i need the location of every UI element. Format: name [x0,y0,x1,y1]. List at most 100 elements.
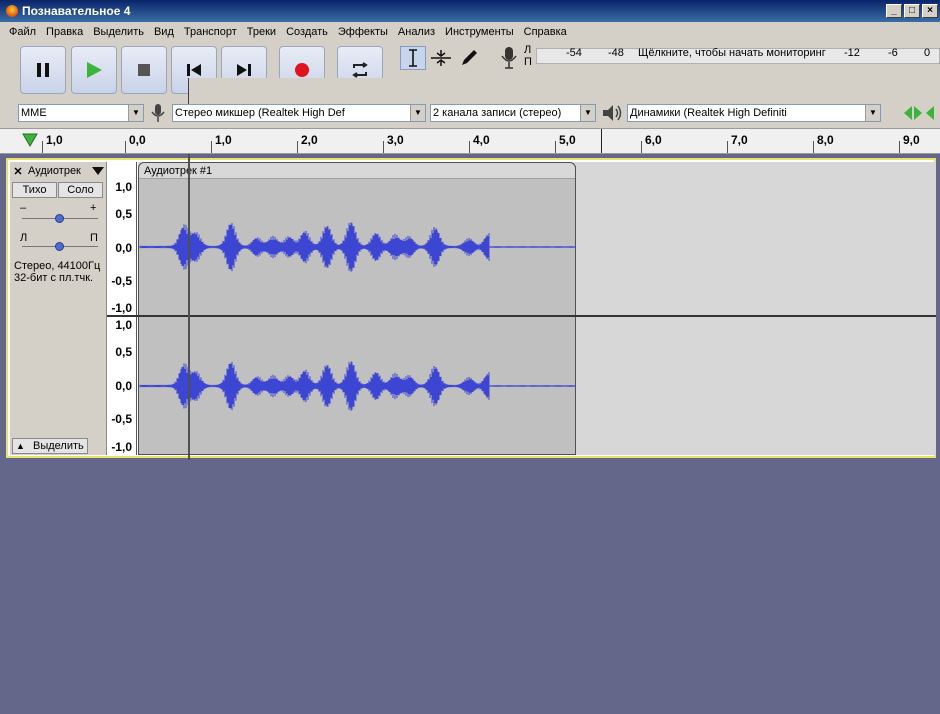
gain-slider-knob[interactable] [55,214,64,223]
ruler-mark [813,141,814,153]
selection-tool[interactable] [400,46,426,70]
mute-button[interactable]: Тихо [12,182,57,198]
title-bar: Познавательное 4 _ □ × [0,0,940,22]
host-value: MME [21,107,47,119]
track-name-menu[interactable]: Аудиотрек [26,163,91,179]
waveform-left-channel [139,222,576,272]
solo-button[interactable]: Соло [58,182,103,198]
record-meter[interactable]: Л П -54 -48 Щёлкните, чтобы начать монит… [496,44,940,70]
scale-top-1: 1,0 [115,180,132,194]
menu-tracks[interactable]: Треки [242,26,281,38]
ruler-mark [641,141,642,153]
skip-to-start-icon [187,64,201,76]
meter-right-label: П [524,56,532,68]
menu-file[interactable]: Файл [4,26,41,38]
play-button[interactable] [71,46,117,94]
scale-bot-1: 1,0 [115,318,132,332]
scale-top-0: 0,0 [115,241,132,255]
record-device-value: Стерео микшер (Realtek High Def [175,107,345,119]
track-info: Стерео, 44100Гц 32-бит с пл.тчк. [14,260,100,284]
pause-button[interactable] [20,46,66,94]
ruler-tick-0: 0,0 [129,133,146,147]
menu-analyze[interactable]: Анализ [393,26,440,38]
ruler-tick-5: 5,0 [559,133,576,147]
stop-button[interactable] [121,46,167,94]
meter-db-12: -12 [844,47,860,59]
menu-transport[interactable]: Транспорт [179,26,242,38]
amplitude-ruler: 1,0 0,5 0,0 -0,5 -1,0 1,0 0,5 0,0 -0,5 -… [107,162,137,455]
menu-effects[interactable]: Эффекты [333,26,393,38]
close-window-button[interactable]: × [922,4,938,18]
ruler-mark [383,141,384,153]
meter-db-48: -48 [608,47,624,59]
gain-plus-label: + [90,202,97,214]
playback-device-value: Динамики (Realtek High Definiti [630,107,787,119]
envelope-tool[interactable] [428,46,454,70]
pan-slider[interactable] [22,242,98,251]
ruler-mark [297,141,298,153]
ruler-tick-7: 7,0 [731,133,748,147]
waveform-area[interactable]: Аудиотрек #1 [138,162,936,455]
ruler-mark [727,141,728,153]
menu-help[interactable]: Справка [519,26,572,38]
menu-edit[interactable]: Правка [41,26,88,38]
ibeam-icon [409,49,417,67]
menu-select[interactable]: Выделить [88,26,149,38]
scale-bot-0: 0,0 [115,379,132,393]
clip-name[interactable]: Аудиотрек #1 [139,163,575,179]
menu-view[interactable]: Вид [149,26,179,38]
ruler-tick-3: 3,0 [387,133,404,147]
pan-slider-knob[interactable] [55,242,64,251]
ruler-tick-9: 9,0 [903,133,920,147]
play-icon [87,62,102,78]
chevron-down-icon: ▼ [128,105,143,121]
timeline-ruler[interactable]: 1,0 0,0 1,0 2,0 3,0 4,0 5,0 6,0 7,0 8,0 … [0,128,940,154]
track-bitdepth: 32-бит с пл.тчк. [14,272,94,284]
play-at-speed-icon [904,106,934,120]
host-select[interactable]: MME ▼ [18,104,144,122]
ruler-mark [42,141,43,153]
record-device-select[interactable]: Стерео микшер (Realtek High Def ▼ [172,104,426,122]
scale-bot-m05: -0,5 [111,412,132,426]
speaker-icon [603,105,622,121]
toolbar-overlay [188,78,940,104]
ruler-mark [469,141,470,153]
gain-slider[interactable] [22,214,98,223]
draw-tool[interactable] [456,46,482,70]
meter-left-label: Л [524,44,532,56]
close-track-button[interactable]: ✕ [10,163,26,179]
app-icon [6,5,18,17]
ruler-tick-6: 6,0 [645,133,662,147]
monitor-prompt[interactable]: Щёлкните, чтобы начать мониторинг [638,47,826,59]
channels-select[interactable]: 2 канала записи (стерео) ▼ [430,104,596,122]
window-title: Познавательное 4 [22,4,131,18]
chevron-down-icon: ▼ [865,105,880,121]
select-track-button[interactable]: Выделить [12,438,88,454]
play-head-icon [22,133,38,147]
envelope-icon [431,50,451,66]
chevron-down-icon: ▼ [580,105,595,121]
minimize-button[interactable]: _ [886,4,902,18]
maximize-button[interactable]: □ [904,4,920,18]
stop-icon [138,64,150,76]
microphone-icon [151,104,165,122]
loop-icon [352,62,368,78]
ruler-tick-pre: 1,0 [46,133,63,147]
meter-db-0: 0 [924,47,931,59]
ruler-tick-2: 2,0 [301,133,318,147]
ruler-mark [899,141,900,153]
scale-top-m05: -0,5 [111,274,132,288]
channel-divider [107,315,936,317]
menu-tools[interactable]: Инструменты [440,26,519,38]
audio-clip[interactable]: Аудиотрек #1 [138,162,576,455]
scale-top-05: 0,5 [115,207,132,221]
ruler-tick-8: 8,0 [817,133,834,147]
pause-icon [37,63,49,77]
microphone-icon [501,47,517,69]
menu-generate[interactable]: Создать [281,26,333,38]
waveform-right-channel [139,361,576,411]
channels-value: 2 канала записи (стерео) [433,107,562,119]
playback-device-select[interactable]: Динамики (Realtek High Definiti ▼ [627,104,881,122]
skip-to-end-icon [237,64,251,76]
ruler-mark [211,141,212,153]
